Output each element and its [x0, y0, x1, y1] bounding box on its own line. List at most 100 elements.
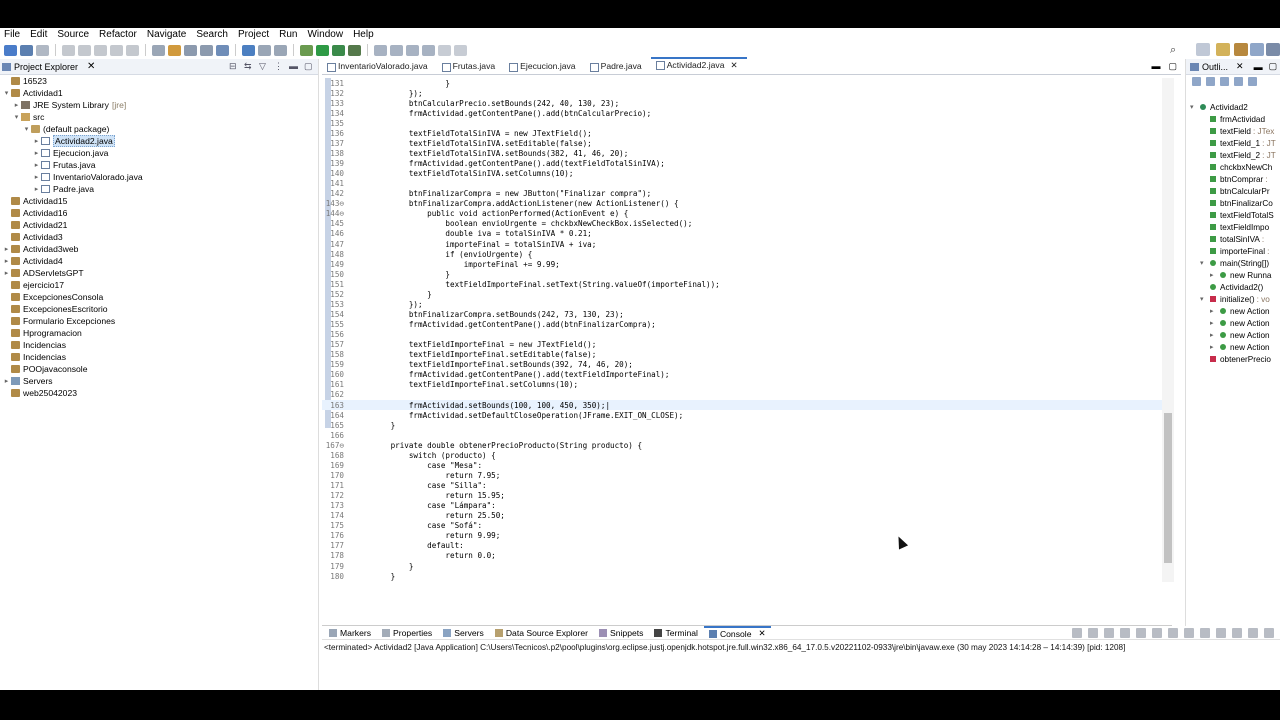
code-line[interactable]: 167⊖ private double obtenerPrecioProduct… [322, 440, 1162, 450]
code-line[interactable]: 178 return 0.0; [322, 551, 1162, 561]
code-line[interactable]: 144⊖ public void actionPerformed(ActionE… [322, 209, 1162, 219]
maximize-icon[interactable]: ▢ [304, 61, 314, 71]
editor-tab[interactable]: Ejecucion.java [504, 61, 584, 74]
menu-file[interactable]: File [0, 29, 26, 40]
debug-icon[interactable] [300, 44, 313, 56]
tab-project-explorer[interactable]: Project Explorer ✕ [2, 61, 95, 72]
code-line[interactable]: 134 frmActividad.getContentPane().add(bt… [322, 108, 1162, 118]
tree-item[interactable]: ▸ Frutas.java [0, 159, 318, 171]
perspective-java-ee-icon[interactable] [1216, 43, 1230, 56]
terminate-icon[interactable] [94, 44, 107, 56]
expand-arrow-icon[interactable]: ▸ [32, 161, 41, 169]
tree-item[interactable]: ▸ ADServletsGPT [0, 267, 318, 279]
tree-item[interactable]: ▸ Padre.java [0, 183, 318, 195]
show-stderr-icon[interactable] [1184, 628, 1194, 638]
code-line[interactable]: 150 } [322, 269, 1162, 279]
outline-item[interactable]: ▾ main(String[]) [1186, 257, 1280, 269]
code-line[interactable]: 174 return 25.50; [322, 511, 1162, 521]
code-line[interactable]: 175 case "Sofá": [322, 521, 1162, 531]
code-editor[interactable]: 131 } 132 }); 133 btnCalcularPrecio.setBou… [322, 78, 1162, 582]
coverage-icon[interactable] [332, 44, 345, 56]
code-line[interactable]: 148 if (envioUrgente) { [322, 249, 1162, 259]
menu-help[interactable]: Help [349, 29, 380, 40]
code-line[interactable]: 172 return 15.95; [322, 491, 1162, 501]
expand-arrow-icon[interactable]: ▸ [2, 377, 11, 385]
collapse-arrow-icon[interactable]: ▾ [22, 125, 31, 133]
code-line[interactable]: 138 textFieldTotalSinIVA.setBounds(382, … [322, 148, 1162, 158]
tree-item[interactable]: web25042023 [0, 387, 318, 399]
collapse-arrow-icon[interactable]: ▾ [1190, 103, 1200, 111]
filter-icon[interactable]: ▽ [259, 61, 269, 71]
code-line[interactable]: 143⊖ btnFinalizarCompra.addActionListene… [322, 199, 1162, 209]
tree-item[interactable]: Hprogramacion [0, 327, 318, 339]
tab-markers[interactable]: Markers [324, 628, 376, 638]
tab-properties[interactable]: Properties [377, 628, 437, 638]
close-icon[interactable]: ✕ [1236, 61, 1244, 72]
tree-item[interactable]: Actividad21 [0, 219, 318, 231]
pin-console-icon[interactable] [1200, 628, 1210, 638]
hide-static-icon[interactable] [1220, 77, 1229, 86]
save-all-icon[interactable] [36, 44, 49, 56]
open-task-icon[interactable] [258, 44, 271, 56]
remove-launch-icon[interactable] [1088, 628, 1098, 638]
run-icon[interactable] [316, 44, 329, 56]
expand-arrow-icon[interactable]: ▸ [32, 173, 41, 181]
close-icon[interactable]: ✕ [87, 61, 95, 72]
code-line[interactable]: 161 textFieldImporteFinal.setColumns(10)… [322, 380, 1162, 390]
open-console-icon[interactable] [1232, 628, 1242, 638]
outline-item[interactable]: frmActividad [1186, 113, 1280, 125]
expand-arrow-icon[interactable]: ▸ [32, 185, 41, 193]
pin-editor-icon[interactable] [454, 44, 467, 56]
code-line[interactable]: 162 [322, 390, 1162, 400]
hide-non-public-icon[interactable] [1234, 77, 1243, 86]
tree-item[interactable]: Formulario Excepciones [0, 315, 318, 327]
code-line[interactable]: 147 importeFinal = totalSinIVA + iva; [322, 239, 1162, 249]
menu-navigate[interactable]: Navigate [143, 29, 192, 40]
code-line[interactable]: 155 frmActividad.getContentPane().add(bt… [322, 320, 1162, 330]
code-line[interactable]: 141 [322, 179, 1162, 189]
outline-item[interactable]: ▸ new Runna [1186, 269, 1280, 281]
annotation-next-icon[interactable] [374, 44, 387, 56]
outline-title[interactable]: Outli... [1202, 62, 1228, 72]
scroll-lock-icon[interactable] [1136, 628, 1146, 638]
code-line[interactable]: 165 } [322, 420, 1162, 430]
show-stdout-icon[interactable] [1168, 628, 1178, 638]
tree-item[interactable]: POOjavaconsole [0, 363, 318, 375]
tree-item[interactable]: ▸ Ejecucion.java [0, 147, 318, 159]
menu-refactor[interactable]: Refactor [95, 29, 143, 40]
expand-arrow-icon[interactable]: ▸ [32, 149, 41, 157]
outline-item[interactable]: ▸ new Action [1186, 317, 1280, 329]
new-package-icon[interactable] [200, 44, 213, 56]
outline-item[interactable]: btnFinalizarCo [1186, 197, 1280, 209]
collapse-arrow-icon[interactable]: ▾ [12, 113, 21, 121]
tree-item[interactable]: ▸ Actividad2.java [0, 135, 318, 147]
minimize-icon[interactable]: ▬ [1151, 61, 1160, 72]
tab-snippets[interactable]: Snippets [594, 628, 648, 638]
expand-arrow-icon[interactable]: ▸ [1210, 271, 1220, 279]
minimize-icon[interactable]: ▬ [289, 61, 299, 71]
editor-tab[interactable]: InventarioValorado.java [322, 61, 437, 74]
outline-item[interactable]: textField_2: JT [1186, 149, 1280, 161]
tree-item[interactable]: ▾ src [0, 111, 318, 123]
expand-arrow-icon[interactable]: ▸ [1210, 343, 1220, 351]
search-icon[interactable]: ⌕ [1170, 44, 1176, 57]
code-line[interactable]: 140 textFieldTotalSinIVA.setColumns(10); [322, 169, 1162, 179]
expand-arrow-icon[interactable]: ▸ [1210, 307, 1220, 315]
clear-console-icon[interactable] [1120, 628, 1130, 638]
tree-item[interactable]: ▸ Servers [0, 375, 318, 387]
tree-item[interactable]: Incidencias [0, 351, 318, 363]
code-line[interactable]: 180 } [322, 571, 1162, 581]
collapse-all-icon[interactable]: ⊟ [229, 61, 239, 71]
code-line[interactable]: 159 textFieldImporteFinal.setBounds(392,… [322, 360, 1162, 370]
code-line[interactable]: 142 btnFinalizarCompra = new JButton("Fi… [322, 189, 1162, 199]
forward-icon[interactable] [438, 44, 451, 56]
code-line[interactable]: 146 double iva = totalSinIVA * 0.21; [322, 229, 1162, 239]
quick-access-icon[interactable] [1196, 43, 1210, 56]
outline-item[interactable]: textField_1: JT [1186, 137, 1280, 149]
outline-item[interactable]: textFieldImpo [1186, 221, 1280, 233]
maximize-icon[interactable] [1264, 628, 1274, 638]
code-line[interactable]: 154 btnFinalizarCompra.setBounds(242, 73… [322, 309, 1162, 319]
tab-terminal[interactable]: Terminal [649, 628, 702, 638]
code-line[interactable]: 158 textFieldImporteFinal.setEditable(fa… [322, 350, 1162, 360]
search-toolbar-icon[interactable] [274, 44, 287, 56]
